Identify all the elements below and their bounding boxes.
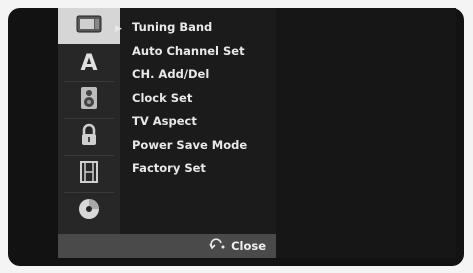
menu-icon-display[interactable] xyxy=(58,8,120,44)
submenu-pane xyxy=(276,8,456,258)
menu-item-tv-aspect[interactable]: TV Aspect xyxy=(132,114,197,128)
menu-icon-column: A xyxy=(58,8,120,234)
language-icon: A xyxy=(80,50,98,76)
return-icon xyxy=(209,238,231,253)
menu-item-auto-channel-set[interactable]: Auto Channel Set xyxy=(132,44,245,58)
menu-icon-audio[interactable] xyxy=(58,82,120,119)
menu-item-tuning-band[interactable]: Tuning Band xyxy=(132,20,212,34)
menu-icon-recording[interactable] xyxy=(58,156,120,193)
audio-speaker-icon xyxy=(80,86,98,114)
menu-icon-disc[interactable] xyxy=(58,193,120,229)
menu-item-factory-set[interactable]: Factory Set xyxy=(132,161,206,175)
film-recording-icon xyxy=(80,161,98,187)
menu-footer: Close xyxy=(58,234,276,258)
menu-icon-language[interactable]: A xyxy=(58,45,120,82)
disc-icon xyxy=(78,198,100,224)
close-button[interactable]: Close xyxy=(209,238,266,253)
menu-item-clock-set[interactable]: Clock Set xyxy=(132,91,192,105)
selected-arrow-icon: ▶ xyxy=(115,24,122,34)
menu-item-power-save-mode[interactable]: Power Save Mode xyxy=(132,138,247,152)
menu-item-ch-add-del[interactable]: CH. Add/Del xyxy=(132,67,209,81)
display-setup-icon xyxy=(76,14,102,38)
lock-icon xyxy=(80,123,98,151)
close-label: Close xyxy=(231,238,266,253)
menu-icon-lock[interactable] xyxy=(58,119,120,156)
